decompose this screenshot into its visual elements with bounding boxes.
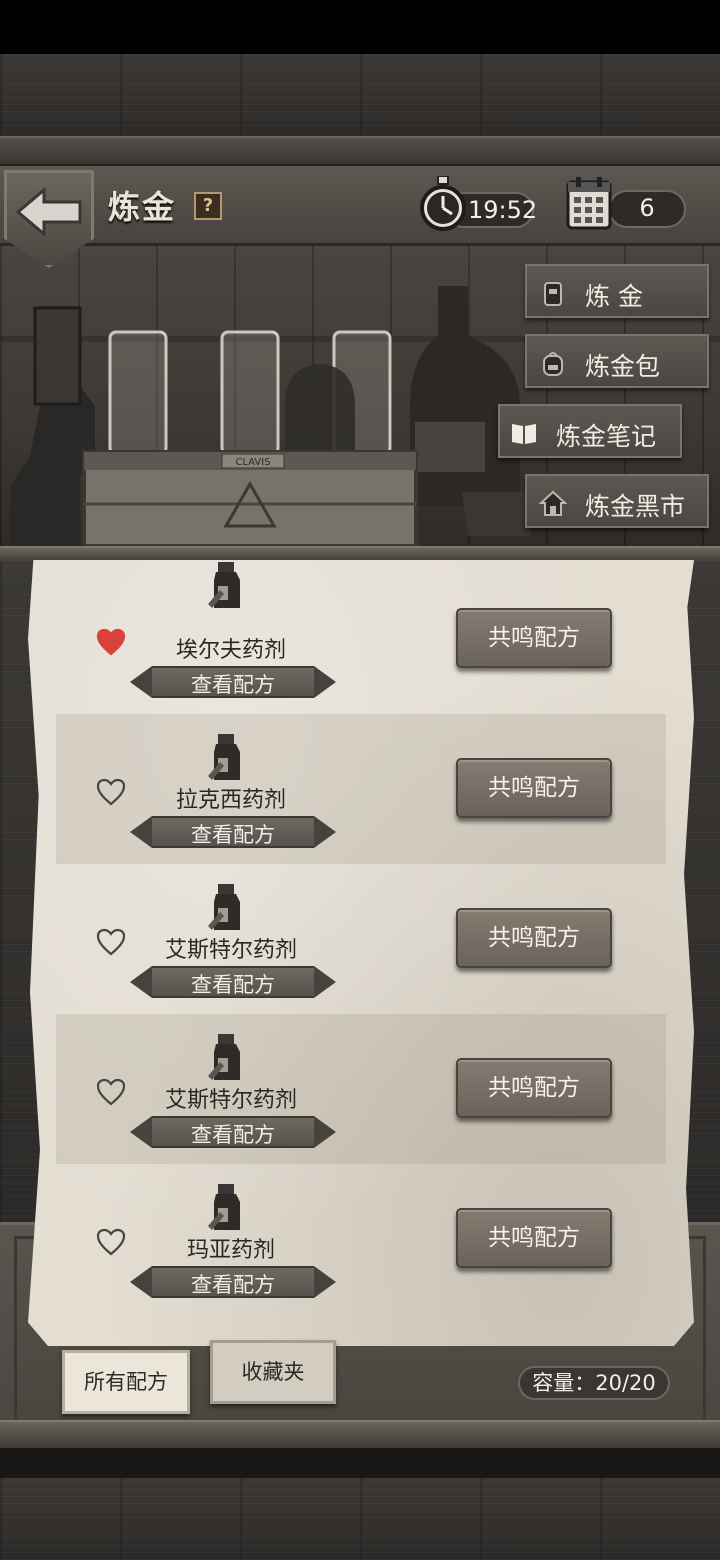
- heart-outline-icon[interactable]: [96, 1228, 126, 1256]
- recipe-name: 玛亚药剂: [186, 1238, 275, 1263]
- view-recipe-button[interactable]: 查看配方: [130, 1266, 336, 1298]
- crate-label: CLAVIS: [235, 457, 270, 468]
- status-bar: [0, 0, 720, 54]
- bottom-divider: [0, 1448, 720, 1478]
- time-text: 19:52: [468, 196, 538, 224]
- wood-background: [0, 54, 720, 140]
- back-button[interactable]: [4, 170, 94, 268]
- resonate-recipe-button[interactable]: 共鸣配方: [456, 1058, 612, 1118]
- recipe-row: 艾斯特尔药剂 查看配方 共鸣配方: [56, 864, 666, 1014]
- heart-outline-icon[interactable]: [96, 778, 126, 806]
- resonate-recipe-button[interactable]: 共鸣配方: [456, 1208, 612, 1268]
- alchemy-bag-label: 炼金包: [585, 352, 661, 381]
- view-recipe-button[interactable]: 查看配方: [130, 816, 336, 848]
- alchemy-label: 炼 金: [585, 282, 643, 311]
- alchemy-bag-button[interactable]: 炼金包: [525, 334, 709, 388]
- recipe-name: 拉克西药剂: [175, 788, 286, 813]
- alchemy-button[interactable]: 炼 金: [525, 264, 709, 318]
- recipe-row: 艾斯特尔药剂 查看配方 共鸣配方: [56, 1014, 666, 1164]
- house-icon: [539, 490, 567, 516]
- view-recipe-label: 查看配方: [191, 823, 275, 847]
- view-recipe-label: 查看配方: [191, 673, 275, 697]
- shelf-rail: [0, 546, 720, 562]
- view-recipe-label: 查看配方: [191, 1123, 275, 1147]
- page-title: 炼金: [108, 188, 177, 226]
- day-text: 6: [639, 194, 655, 222]
- wood-background-bottom: [0, 1478, 720, 1560]
- alchemy-notes-label: 炼金笔记: [556, 422, 657, 451]
- resonate-recipe-button[interactable]: 共鸣配方: [456, 608, 612, 668]
- tab-all-recipes[interactable]: 所有配方: [62, 1350, 190, 1414]
- heart-filled-icon[interactable]: [96, 628, 126, 656]
- recipe-name: 艾斯特尔药剂: [164, 938, 297, 963]
- recipe-row: 拉克西药剂查看配方 共鸣配方: [56, 714, 666, 864]
- black-market-button[interactable]: 炼金黑市: [525, 474, 709, 528]
- furnace-icon: [544, 282, 562, 306]
- heart-outline-icon[interactable]: [96, 928, 126, 956]
- recipe-row: 埃尔夫药剂查看配方 共鸣配方: [56, 562, 666, 714]
- potion-icon: [208, 1184, 240, 1230]
- view-recipe-button[interactable]: 查看配方: [130, 666, 336, 698]
- top-rail: [0, 136, 720, 166]
- recipe-name: 埃尔夫药剂: [175, 638, 286, 663]
- alchemy-notes-button[interactable]: 炼金笔记: [498, 404, 682, 458]
- tab-favorites[interactable]: 收藏夹: [210, 1340, 336, 1404]
- backpack-icon: [543, 352, 563, 376]
- potion-icon: [208, 562, 240, 608]
- recipe-name: 艾斯特尔药剂: [164, 1088, 297, 1113]
- capacity-label: 容量：20/20: [518, 1366, 670, 1400]
- calendar-icon: [566, 177, 612, 230]
- resonate-recipe-button[interactable]: 共鸣配方: [456, 758, 612, 818]
- resonate-recipe-button[interactable]: 共鸣配方: [456, 908, 612, 968]
- view-recipe-button[interactable]: 查看配方: [130, 1116, 336, 1148]
- book-icon: [512, 424, 536, 444]
- potion-icon: [208, 1034, 240, 1080]
- recipe-row: 玛亚药剂查看配方 共鸣配方: [56, 1164, 666, 1314]
- potion-icon: [208, 734, 240, 780]
- view-recipe-label: 查看配方: [191, 1273, 275, 1297]
- view-recipe-button[interactable]: 查看配方: [130, 966, 336, 998]
- arrow-left-icon: [15, 186, 82, 238]
- bottom-rail: [0, 1420, 720, 1448]
- potion-icon: [208, 884, 240, 930]
- heart-outline-icon[interactable]: [96, 1078, 126, 1106]
- help-button[interactable]: ?: [194, 192, 222, 220]
- clock-icon: [420, 176, 466, 231]
- view-recipe-label: 查看配方: [191, 973, 275, 997]
- black-market-label: 炼金黑市: [585, 492, 686, 521]
